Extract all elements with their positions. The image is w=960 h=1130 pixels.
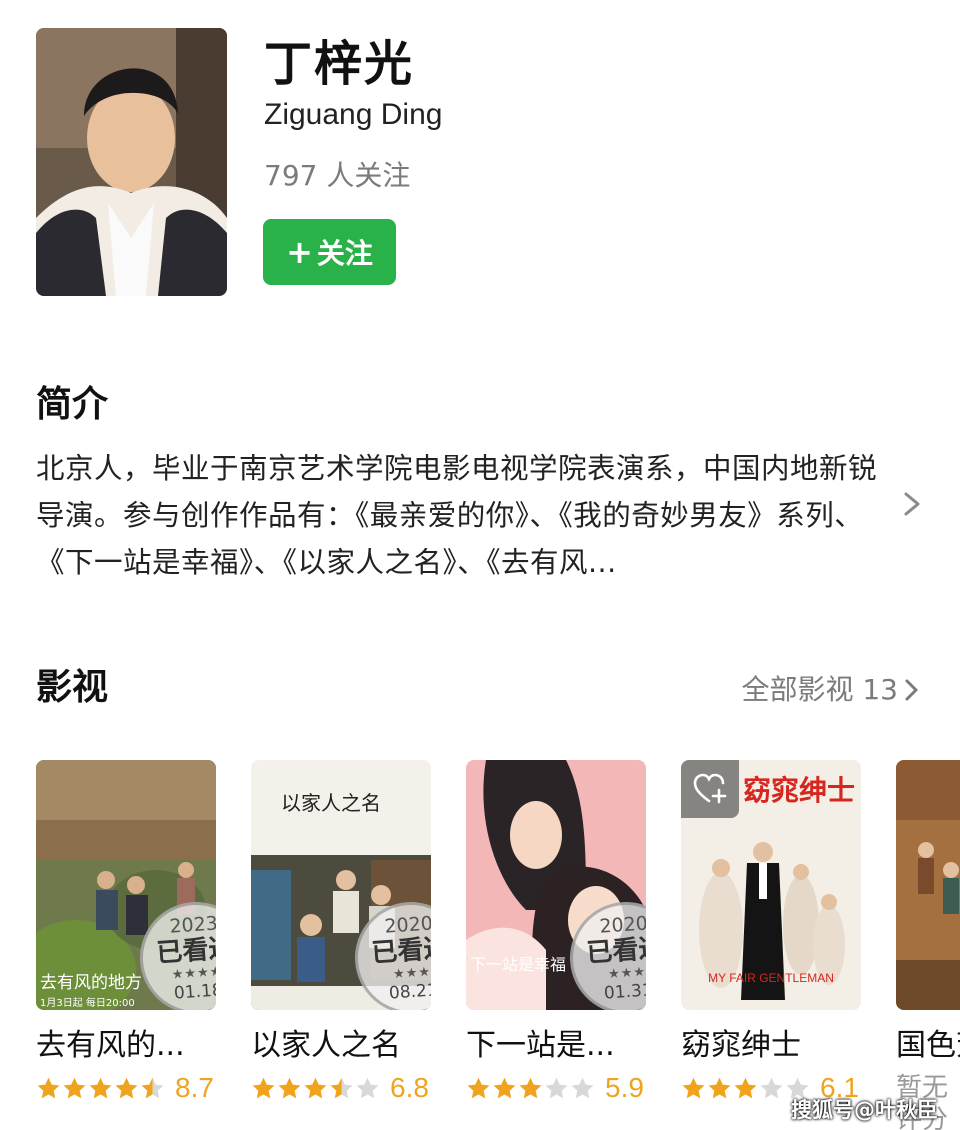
work-title: 下一站是... [466,1028,615,1063]
work-card[interactable]: 国色芳华 暂无评分 [896,760,960,1130]
poster[interactable]: 以家人之名 2020 已看过 ★★★ 08.21 [251,760,431,1010]
watched-date: 01.31 [603,980,646,1004]
work-card[interactable]: 去有风的地方 1月3日起 每日20:00 2023 已看过 ★★★★ 01.18… [36,760,216,1104]
chevron-right-icon [905,679,918,701]
star-icon [571,1077,594,1098]
star-rating [466,1076,595,1101]
poster-date: 1月3日起 每日20:00 [40,996,135,1009]
star-rating [251,1076,380,1101]
rating: 8.7 [36,1072,216,1104]
rating-score: 5.9 [605,1072,644,1103]
work-card[interactable]: 下一站是幸福 2020 已看过 ★★★ 01.31 下一站是... 5.9 [466,760,646,1104]
star-icon [734,1077,757,1098]
follower-count: 797 人关注 [264,159,411,192]
star-icon [545,1077,568,1098]
star-icon [467,1077,490,1098]
watched-year: 2023 [168,912,216,938]
follow-button[interactable]: + 关注 [263,219,396,285]
star-icon [493,1077,516,1098]
avatar [36,28,227,296]
rating: 5.9 [466,1072,646,1104]
watched-year: 2020 [598,912,646,938]
all-works-link[interactable]: 全部影视 13 [741,672,920,708]
person-name-english: Ziguang Ding [264,98,443,131]
works-heading: 影视 [36,667,109,708]
work-title: 国色芳华 [896,1028,960,1063]
rating-score: 6.8 [390,1072,429,1103]
star-icon [252,1077,275,1098]
add-wishlist-button[interactable] [681,760,739,818]
rating: 6.8 [251,1072,431,1104]
follow-button-label: 关注 [316,237,373,270]
heart-plus-icon [693,773,727,804]
star-icon [708,1077,731,1098]
intro-heading: 简介 [36,384,109,425]
star-icon [519,1077,542,1098]
work-card[interactable]: 窈窕绅士 MY FAIR GENTLEMAN 窈窕绅士 6.1 [681,760,861,1104]
poster[interactable] [896,760,960,1010]
star-icon [37,1077,60,1098]
chevron-right-icon[interactable] [898,488,926,520]
intro-text[interactable]: 北京人，毕业于南京艺术学院电影电视学院表演系，中国内地新锐导演。参与创作作品有：… [36,445,886,586]
star-icon [89,1077,112,1098]
star-icon [278,1077,301,1098]
poster-title: 以家人之名 [281,791,381,815]
star-icon [141,1077,164,1098]
poster[interactable]: 去有风的地方 1月3日起 每日20:00 2023 已看过 ★★★★ 01.18 [36,760,216,1010]
poster[interactable]: 窈窕绅士 MY FAIR GENTLEMAN [681,760,861,1010]
watched-label: 已看过 [585,933,646,969]
watermark: 搜狐号@叶秋臣 [791,1098,938,1122]
watched-year: 2020 [383,912,431,938]
poster-title: 下一站是幸福 [470,955,566,974]
poster[interactable]: 下一站是幸福 2020 已看过 ★★★ 01.31 [466,760,646,1010]
watched-label: 已看过 [370,933,431,969]
star-icon [115,1077,138,1098]
watched-date: 08.21 [388,980,431,1004]
rating-score: 8.7 [175,1072,214,1103]
poster-title: 去有风的地方 [40,973,142,993]
star-icon [330,1077,353,1098]
all-works-label: 全部影视 13 [741,673,898,706]
poster-title: 窈窕绅士 [743,774,855,807]
star-icon [63,1077,86,1098]
work-title: 以家人之名 [251,1028,401,1063]
watched-date: 01.18 [173,980,216,1004]
watched-label: 已看过 [155,933,216,969]
person-name: 丁梓光 [264,36,415,92]
star-icon [760,1077,783,1098]
star-icon [682,1077,705,1098]
star-icon [304,1077,327,1098]
poster-subtitle: MY FAIR GENTLEMAN [708,971,834,985]
work-title: 窈窕绅士 [681,1028,801,1063]
work-card[interactable]: 以家人之名 2020 已看过 ★★★ 08.21 以家人之名 6.8 [251,760,431,1104]
work-title: 去有风的... [36,1028,185,1063]
star-icon [356,1077,379,1098]
plus-icon: + [286,233,313,271]
star-rating [36,1076,165,1101]
